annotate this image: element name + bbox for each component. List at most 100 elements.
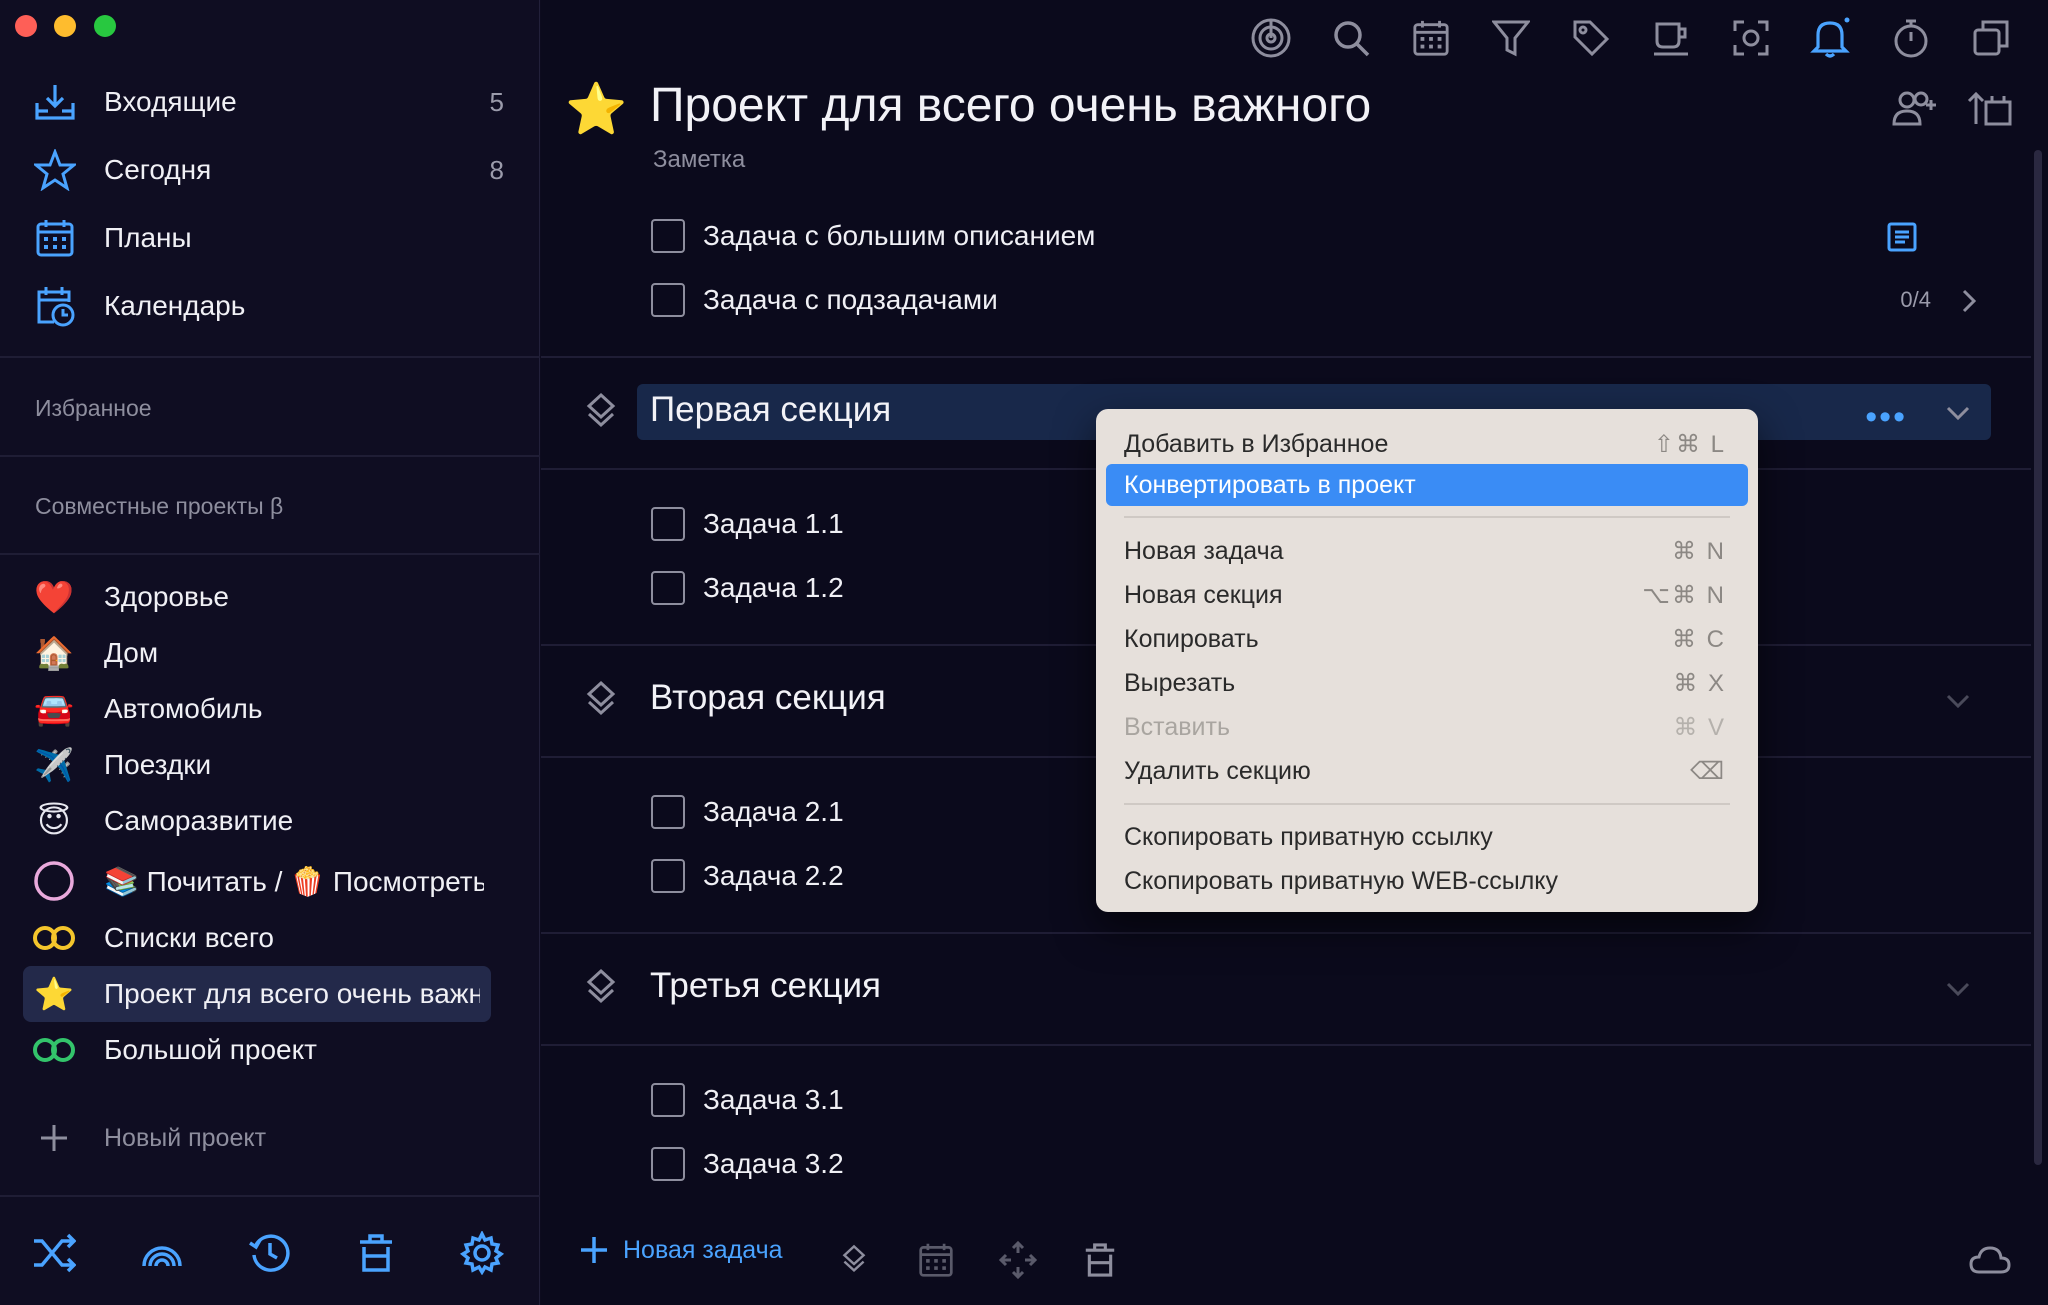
menu-item-copy[interactable]: Копировать ⌘ C [1106, 618, 1748, 660]
menu-item-new-section[interactable]: Новая секция ⌥⌘ N [1106, 574, 1748, 616]
task-checkbox[interactable] [651, 1083, 685, 1117]
heart-icon: ❤️ [34, 579, 74, 615]
nav-item-plans[interactable]: Планы [0, 208, 540, 268]
more-options-icon[interactable]: ••• [1865, 398, 1907, 437]
plus-icon [32, 1116, 76, 1160]
minimize-window-button[interactable] [54, 15, 76, 37]
task-checkbox[interactable] [651, 507, 685, 541]
chevron-down-icon[interactable] [1945, 400, 1971, 426]
project-item-read-watch[interactable]: 📚 Почитать / 🍿 Посмотреть [0, 853, 540, 909]
tag-icon[interactable] [1567, 14, 1615, 62]
close-window-button[interactable] [15, 15, 37, 37]
task-row[interactable]: Задача 3.2 [541, 1134, 2011, 1194]
chevron-down-icon[interactable] [1945, 688, 1971, 714]
section-title: Третья секция [650, 966, 881, 1005]
star-icon: ⭐ [34, 976, 74, 1012]
coffee-icon[interactable] [1647, 14, 1695, 62]
menu-item-label: Вырезать [1124, 669, 1236, 697]
scrollbar[interactable] [2034, 150, 2042, 1165]
task-row[interactable]: Задача 3.1 [541, 1070, 2011, 1130]
task-title: Задача 2.1 [703, 796, 844, 827]
add-section-icon[interactable] [831, 1237, 877, 1283]
section-title: Первая секция [650, 390, 892, 429]
project-item-self-development[interactable]: 😇 Саморазвитие [0, 793, 540, 849]
project-label: Здоровье [104, 581, 230, 612]
double-ring-green-icon [32, 1028, 76, 1072]
timer-icon[interactable] [1887, 14, 1935, 62]
nav-label: Входящие [104, 86, 237, 117]
calendar-clock-icon [34, 285, 76, 327]
menu-item-label: Скопировать приватную ссылку [1124, 823, 1493, 851]
menu-item-paste: Вставить ⌘ V [1106, 706, 1748, 748]
page-title[interactable]: Проект для всего очень важного [650, 78, 1371, 133]
task-checkbox[interactable] [651, 795, 685, 829]
project-item-health[interactable]: ❤️ Здоровье [0, 569, 540, 625]
broadcast-icon[interactable] [138, 1229, 186, 1277]
nav-item-today[interactable]: Сегодня 8 [0, 140, 540, 200]
trash-icon[interactable] [1077, 1237, 1123, 1283]
project-item-trips[interactable]: ✈️ Поездки [0, 737, 540, 793]
menu-item-shortcut: ⌘ N [1672, 538, 1726, 565]
search-icon[interactable] [1327, 14, 1375, 62]
task-checkbox[interactable] [651, 859, 685, 893]
nav-label: Сегодня [104, 154, 212, 185]
new-task-button[interactable]: Новая задача [579, 1235, 783, 1265]
menu-item-new-task[interactable]: Новая задача ⌘ N [1106, 530, 1748, 572]
project-label: Проект для всего очень важного [104, 978, 480, 1009]
gear-icon[interactable] [458, 1229, 506, 1277]
chevron-right-icon[interactable] [1961, 288, 1977, 319]
menu-item-convert-to-project[interactable]: Конвертировать в проект [1106, 464, 1748, 506]
focus-icon[interactable] [1727, 14, 1775, 62]
menu-item-copy-private-link[interactable]: Скопировать приватную ссылку [1106, 816, 1748, 858]
zoom-window-button[interactable] [94, 15, 116, 37]
history-icon[interactable] [246, 1229, 294, 1277]
project-note[interactable]: Заметка [653, 146, 745, 174]
divider [541, 932, 2031, 934]
project-item-car[interactable]: 🚘 Автомобиль [0, 681, 540, 737]
cloud-sync-icon[interactable] [1967, 1237, 2013, 1283]
move-arrows-icon[interactable] [995, 1237, 1041, 1283]
airplane-icon: ✈️ [34, 747, 74, 783]
move-to-top-icon[interactable] [1965, 84, 2013, 132]
task-row[interactable]: Задача с подзадачами 0/4 [541, 270, 2011, 330]
title-star-icon: ⭐ [565, 81, 628, 137]
task-checkbox[interactable] [651, 571, 685, 605]
task-checkbox[interactable] [651, 283, 685, 317]
project-item-important[interactable]: ⭐ Проект для всего очень важного [0, 966, 540, 1022]
filter-icon[interactable] [1487, 14, 1535, 62]
menu-separator [1124, 803, 1730, 805]
add-member-icon[interactable] [1891, 84, 1939, 132]
description-note-icon [1887, 222, 1917, 257]
bell-icon[interactable] [1807, 14, 1855, 62]
menu-item-copy-private-web-link[interactable]: Скопировать приватную WEB-ссылку [1106, 860, 1748, 902]
section-title: Вторая секция [650, 678, 886, 717]
menu-item-add-favorite[interactable]: Добавить в Избранное ⇧⌘ L [1106, 423, 1748, 465]
chevron-down-icon[interactable] [1945, 976, 1971, 1002]
copy-window-icon[interactable] [1967, 14, 2015, 62]
menu-item-label: Добавить в Избранное [1124, 430, 1389, 458]
section-header[interactable]: Третья секция [541, 960, 2031, 1016]
section-diamond-icon [581, 680, 621, 720]
inbox-icon [34, 81, 76, 123]
calendar-grid-icon[interactable] [1407, 14, 1455, 62]
radar-icon[interactable] [1247, 14, 1295, 62]
project-label: 📚 Почитать / 🍿 Посмотреть [104, 865, 484, 897]
project-item-lists[interactable]: Списки всего [0, 910, 540, 966]
project-item-home[interactable]: 🏠 Дом [0, 625, 540, 681]
new-project-button[interactable]: Новый проект [0, 1110, 540, 1166]
menu-item-cut[interactable]: Вырезать ⌘ X [1106, 662, 1748, 704]
divider [541, 356, 2031, 358]
schedule-icon[interactable] [913, 1237, 959, 1283]
project-item-big[interactable]: Большой проект [0, 1022, 540, 1078]
menu-item-shortcut: ⌫ [1690, 758, 1726, 785]
nav-item-calendar[interactable]: Календарь [0, 276, 540, 336]
menu-item-delete-section[interactable]: Удалить секцию ⌫ [1106, 750, 1748, 792]
task-row[interactable]: Задача с большим описанием [541, 206, 2011, 266]
task-checkbox[interactable] [651, 219, 685, 253]
task-checkbox[interactable] [651, 1147, 685, 1181]
trash-icon[interactable] [352, 1229, 400, 1277]
halo-smile-icon: 😇 [37, 803, 71, 839]
sidebar: Входящие 5 Сегодня 8 Планы Календарь Изб… [0, 0, 540, 1305]
nav-item-inbox[interactable]: Входящие 5 [0, 72, 540, 132]
shuffle-icon[interactable] [30, 1229, 78, 1277]
